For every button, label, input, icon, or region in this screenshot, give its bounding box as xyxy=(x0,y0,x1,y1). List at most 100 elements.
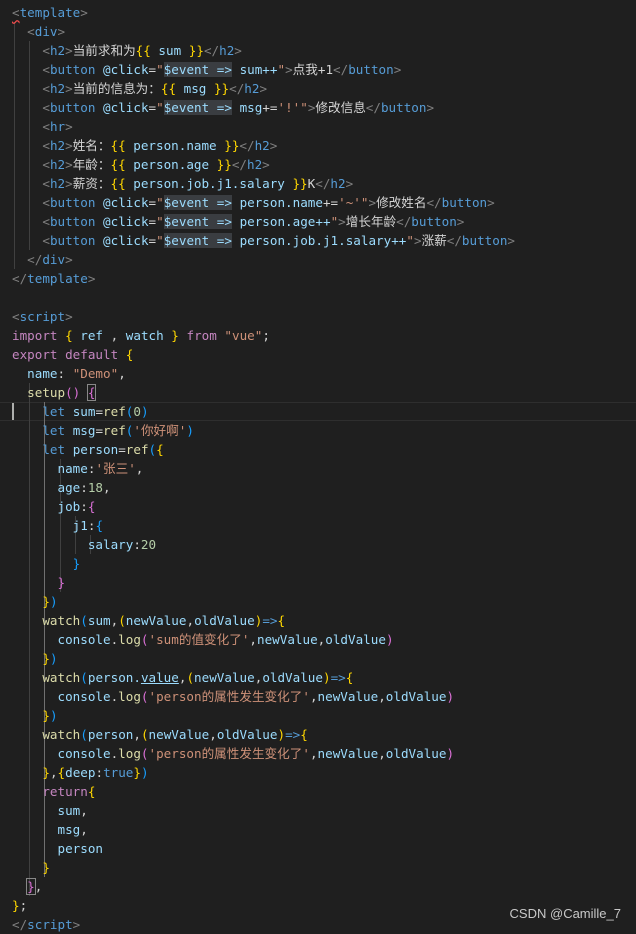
code-line[interactable]: </script> xyxy=(12,915,80,934)
code-line[interactable]: }; xyxy=(12,896,27,915)
code-line[interactable]: watch(person,(newValue,oldValue)=>{ xyxy=(12,725,308,744)
code-line[interactable]: watch(sum,(newValue,oldValue)=>{ xyxy=(12,611,285,630)
code-line[interactable]: }) xyxy=(12,706,57,725)
code-line[interactable]: <button @click="$event => person.age++">… xyxy=(12,212,464,231)
code-token-str: " xyxy=(406,233,414,248)
code-token-var: newValue xyxy=(194,670,255,685)
code-token-fn: watch xyxy=(42,670,81,685)
code-line[interactable]: let person=ref({ xyxy=(12,440,163,459)
code-token-b3: ) xyxy=(140,404,149,419)
code-token-plain: ; xyxy=(19,898,28,913)
code-line[interactable]: <h2>当前的信息为：{{ msg }}</h2> xyxy=(12,79,267,98)
code-line[interactable]: <template> xyxy=(12,3,88,22)
code-line[interactable]: <h2>薪资：{{ person.job.j1.salary }}K</h2> xyxy=(12,174,353,193)
code-line[interactable]: watch(person.value,(newValue,oldValue)=>… xyxy=(12,668,353,687)
code-line[interactable]: </div> xyxy=(12,250,73,269)
code-line[interactable]: export default { xyxy=(12,345,133,364)
code-token-angle: > xyxy=(65,157,73,172)
code-line[interactable]: let msg=ref('你好啊') xyxy=(12,421,194,440)
code-line[interactable]: return{ xyxy=(12,782,95,801)
code-token-text: 当前的信息为： xyxy=(72,81,161,96)
code-token-plain: , xyxy=(34,879,43,894)
code-token-angle: > xyxy=(72,917,81,932)
code-token-angle: </ xyxy=(315,176,331,191)
code-line[interactable]: name:'张三', xyxy=(12,459,144,478)
code-token-b1: { xyxy=(57,765,66,780)
code-line[interactable]: console.log('person的属性发生变化了',newValue,ol… xyxy=(12,687,455,706)
code-token-var: name xyxy=(27,366,58,381)
code-token-tag: button xyxy=(49,62,96,77)
code-line[interactable]: import { ref , watch } from "vue"; xyxy=(12,326,270,345)
code-token-angle: > xyxy=(259,81,268,96)
code-token-brace: {{ xyxy=(110,138,126,153)
watermark: CSDN @Camille_7 xyxy=(509,906,621,921)
code-line[interactable]: } xyxy=(12,573,66,592)
code-token-tag: button xyxy=(380,100,427,115)
code-token-plain: , xyxy=(186,613,195,628)
code-line[interactable]: <button @click="$event => msg+='!'">修改信息… xyxy=(12,98,434,117)
code-token-var: newValue xyxy=(317,746,379,761)
code-line[interactable]: console.log('sum的值变化了',newValue,oldValue… xyxy=(12,630,394,649)
code-token-angle: < xyxy=(42,176,50,191)
code-token-text: 修改姓名 xyxy=(376,195,427,210)
code-line[interactable]: } xyxy=(12,858,50,877)
code-line[interactable]: </template> xyxy=(12,269,95,288)
code-line[interactable]: salary:20 xyxy=(12,535,156,554)
code-token-str: "Demo" xyxy=(72,366,119,381)
code-line[interactable]: msg, xyxy=(12,820,88,839)
code-token-brace: }} xyxy=(188,43,204,58)
code-line[interactable]: <h2>姓名：{{ person.name }}</h2> xyxy=(12,136,277,155)
code-token-plain: ; xyxy=(262,328,270,343)
code-editor[interactable]: <template> <div> <h2>当前求和为{{ sum }}</h2>… xyxy=(0,0,636,933)
code-token-str: '!' xyxy=(277,100,301,115)
code-token-kw2: let xyxy=(42,423,66,438)
code-token-var: person.name xyxy=(125,138,225,153)
code-line[interactable]: <hr> xyxy=(12,117,72,136)
code-token-tag: button xyxy=(49,233,96,248)
code-line[interactable]: <button @click="$event => person.job.j1.… xyxy=(12,231,515,250)
code-token-angle: > xyxy=(80,5,88,20)
code-token-var: newValue xyxy=(257,632,318,647)
code-line[interactable]: <button @click="$event => sum++">点我+1</b… xyxy=(12,60,401,79)
code-line[interactable]: }, xyxy=(12,877,42,896)
code-line[interactable]: setup() { xyxy=(12,383,97,402)
code-line[interactable]: person xyxy=(12,839,104,858)
code-token-tag: script xyxy=(19,309,66,324)
code-line[interactable]: <script> xyxy=(12,307,73,326)
code-token-var: person. xyxy=(87,670,141,685)
code-line[interactable]: name: "Demo", xyxy=(12,364,126,383)
code-line[interactable]: j1:{ xyxy=(12,516,103,535)
code-line[interactable]: <button @click="$event => person.name+='… xyxy=(12,193,495,212)
code-token-angle: > xyxy=(285,62,293,77)
code-line[interactable]: }) xyxy=(12,649,57,668)
code-line[interactable]: console.log('person的属性发生变化了',newValue,ol… xyxy=(12,744,455,763)
code-line[interactable]: },{deep:true}) xyxy=(12,763,148,782)
code-token-angle: </ xyxy=(333,62,349,77)
code-token-var: person xyxy=(72,442,119,457)
code-line[interactable]: let sum=ref(0) xyxy=(12,402,149,421)
code-line[interactable]: age:18, xyxy=(12,478,111,497)
code-token-fn: log xyxy=(118,746,141,761)
code-line[interactable]: sum, xyxy=(12,801,88,820)
code-line[interactable]: }) xyxy=(12,592,57,611)
code-line[interactable]: <h2>当前求和为{{ sum }}</h2> xyxy=(12,41,242,60)
code-token-b1: ) xyxy=(322,670,331,685)
code-token-kw2: true xyxy=(103,765,134,780)
code-token-angle: </ xyxy=(12,917,28,932)
code-token-var: person.name xyxy=(239,195,323,210)
code-token-angle: </ xyxy=(426,195,442,210)
code-token-b2: ( xyxy=(140,746,149,761)
code-line[interactable]: <h2>年龄：{{ person.age }}</h2> xyxy=(12,155,269,174)
code-line[interactable]: } xyxy=(12,554,81,573)
code-line[interactable]: job:{ xyxy=(12,497,96,516)
code-token-b1: ) xyxy=(277,727,286,742)
code-line[interactable]: <div> xyxy=(12,22,65,41)
code-token-hlvar: $event => xyxy=(163,195,232,210)
